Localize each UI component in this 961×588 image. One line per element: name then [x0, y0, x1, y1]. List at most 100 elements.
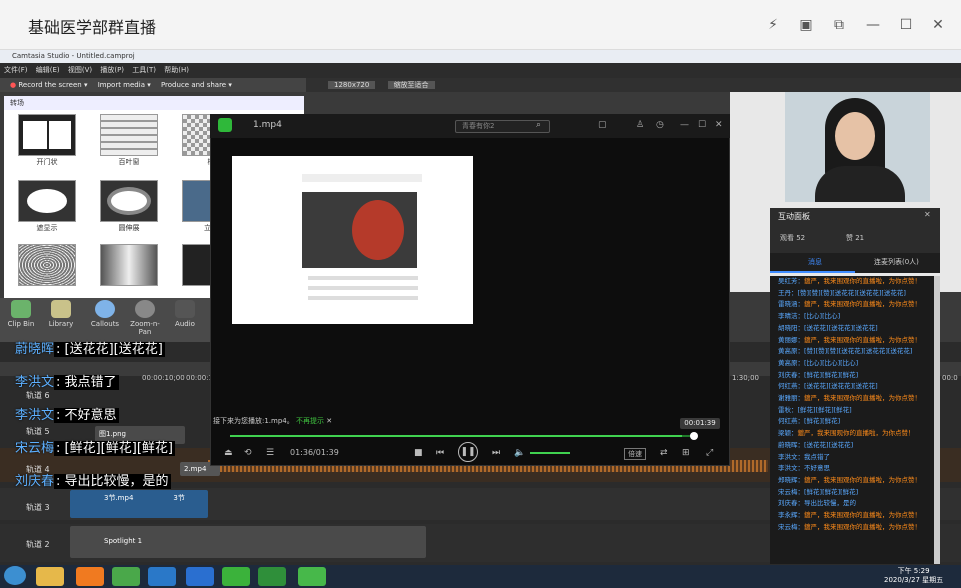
wechat-icon[interactable]	[222, 567, 250, 586]
menu-tools[interactable]: 工具(T)	[132, 66, 156, 74]
loop-icon[interactable]: ⟲	[244, 448, 252, 458]
tab-messages[interactable]: 消息	[808, 257, 822, 267]
chat-sender[interactable]: 黄高原：	[778, 347, 804, 355]
translate-icon[interactable]: ⇄	[660, 448, 668, 458]
maximize-button[interactable]: ☐	[897, 16, 915, 34]
chat-sender[interactable]: 何红燕：	[778, 417, 804, 425]
screen-icon[interactable]: ▢	[598, 120, 607, 130]
zoom-dropdown[interactable]: 缩放至适合	[387, 81, 435, 89]
chat-message: 王丹：[赞][赞][赞][送花花][送花花][送花花]	[770, 288, 940, 300]
chat-text: 鍍严，我来围观你的直播啦，为你点赞！	[804, 277, 921, 285]
chat-sender[interactable]: 宋云梅：	[778, 523, 804, 531]
lightning-icon[interactable]: ⚡	[764, 16, 782, 34]
chat-message: 黄丽娜：鍍严，我来围观你的直播啦，为你点赞！	[770, 335, 940, 347]
taskbar-app-icon[interactable]	[148, 567, 176, 586]
transition-thumb[interactable]	[100, 244, 158, 286]
pin-icon[interactable]: ▣	[797, 16, 815, 34]
player-maximize-icon[interactable]: ☐	[698, 120, 706, 130]
chat-sender[interactable]: 李洪文：	[778, 453, 804, 461]
chat-sender[interactable]: 何红燕：	[778, 382, 804, 390]
no-more-tips-link[interactable]: 不再提示	[296, 417, 324, 425]
transition-thumb[interactable]	[18, 114, 76, 156]
chat-sender[interactable]: 刘庆春：	[778, 499, 804, 507]
task-callouts[interactable]: Callouts	[86, 300, 124, 328]
transition-thumb[interactable]	[100, 180, 158, 222]
transition-thumb[interactable]	[100, 114, 158, 156]
task-library[interactable]: Library	[42, 300, 80, 328]
chat-sender[interactable]: 雷秋：	[778, 406, 798, 414]
prev-icon[interactable]: ⏮	[436, 448, 444, 458]
task-zoom[interactable]: Zoom-n-Pan	[126, 300, 164, 336]
taskbar-app-icon[interactable]	[186, 567, 214, 586]
minimize-button[interactable]: —	[864, 16, 882, 34]
panel-close-icon[interactable]: ✕	[924, 210, 931, 219]
chat-sender[interactable]: 李洪文：	[778, 464, 804, 472]
chat-message: 胡晓阳：[送花花][送花花][送花花]	[770, 323, 940, 335]
volume-slider[interactable]	[530, 452, 570, 454]
tab-mic-list[interactable]: 连麦列表(0人)	[874, 257, 919, 267]
chat-sender[interactable]: 王丹：	[778, 289, 798, 297]
clock[interactable]: 下午 5:29 2020/3/27 星期五	[884, 567, 943, 585]
progress-fill	[230, 435, 683, 437]
chat-sender[interactable]: 梁颖：	[778, 429, 798, 437]
pause-button[interactable]: ❚❚	[458, 442, 478, 462]
taskbar-app-icon[interactable]	[112, 567, 140, 586]
chat-scrollbar[interactable]	[934, 276, 940, 564]
speed-button[interactable]: 倍速	[624, 448, 646, 460]
fullscreen-icon[interactable]: ⤢	[706, 448, 713, 458]
chat-sender[interactable]: 蔚晓晖：	[778, 441, 804, 449]
chat-sender[interactable]: 黄高原：	[778, 359, 804, 367]
start-button[interactable]	[4, 566, 26, 585]
taskbar-app-icon[interactable]	[298, 567, 326, 586]
video-frame[interactable]	[232, 156, 473, 324]
menu-help[interactable]: 帮助(H)	[164, 66, 189, 74]
chat-sender[interactable]: 吴红芳：	[778, 277, 804, 285]
menu-play[interactable]: 播放(P)	[100, 66, 124, 74]
explorer-icon[interactable]	[36, 567, 64, 586]
window-title: 基础医学部群直播	[28, 18, 157, 37]
timeline-clip[interactable]: Spotlight 1	[70, 526, 426, 558]
camtasia-icon[interactable]	[258, 567, 286, 586]
volume-icon[interactable]: 🔈	[514, 448, 525, 458]
menu-edit[interactable]: 编辑(E)	[36, 66, 60, 74]
shirt-icon[interactable]: ♙	[636, 120, 644, 130]
player-close-icon[interactable]: ✕	[715, 120, 723, 130]
list-icon[interactable]: ☰	[266, 448, 274, 458]
chat-sender[interactable]: 李永辉：	[778, 511, 804, 519]
chat-sender[interactable]: 胡晓阳：	[778, 324, 804, 332]
chat-sender[interactable]: 黄丽娜：	[778, 336, 804, 344]
box-icon[interactable]: ⊞	[682, 448, 690, 458]
record-button[interactable]: Record the screen ▾	[18, 81, 87, 89]
produce-button[interactable]: Produce and share ▾	[161, 81, 232, 89]
menu-file[interactable]: 文件(F)	[4, 66, 28, 74]
popout-icon[interactable]: ⧉	[830, 16, 848, 34]
chat-sender[interactable]: 刘庆春：	[778, 371, 804, 379]
clock-icon[interactable]: ◷	[656, 120, 664, 130]
close-button[interactable]: ✕	[929, 16, 947, 34]
transition-thumb[interactable]	[18, 180, 76, 222]
resolution-dropdown[interactable]: 1280x720	[328, 81, 376, 89]
import-media-button[interactable]: Import media ▾	[98, 81, 151, 89]
eject-icon[interactable]: ⏏	[224, 448, 233, 458]
next-icon[interactable]: ⏭	[492, 448, 500, 458]
webcam-feed	[785, 92, 930, 202]
transition-thumb[interactable]	[18, 244, 76, 286]
task-clip-bin[interactable]: Clip Bin	[2, 300, 40, 328]
timeline-clip[interactable]: 3节.mp4 3节	[70, 490, 208, 518]
taskbar-app-icon[interactable]	[76, 567, 104, 586]
player-minimize-icon[interactable]: —	[680, 120, 689, 130]
chat-message: 雷秋：[鲜花][鲜花][鲜花]	[770, 405, 940, 417]
chat-message-list: 吴红芳：鍍严，我来围观你的直播啦，为你点赞！ 王丹：[赞][赞][赞][送花花][…	[770, 276, 940, 564]
task-audio[interactable]: Audio	[166, 300, 204, 328]
stop-icon[interactable]: ■	[414, 448, 423, 458]
progress-bar[interactable]	[230, 435, 696, 437]
chat-sender[interactable]: 郑晓辉：	[778, 476, 804, 484]
menu-view[interactable]: 视图(V)	[68, 66, 92, 74]
progress-knob[interactable]	[690, 432, 698, 440]
search-icon[interactable]: ⌕	[536, 120, 541, 130]
preview-toolbar: 1280x720 缩放至适合	[306, 78, 961, 92]
chat-sender[interactable]: 李晴洁：	[778, 312, 804, 320]
chat-sender[interactable]: 雷晓涵：	[778, 300, 804, 308]
chat-sender[interactable]: 谢雅丽：	[778, 394, 804, 402]
chat-sender[interactable]: 宋云梅：	[778, 488, 804, 496]
